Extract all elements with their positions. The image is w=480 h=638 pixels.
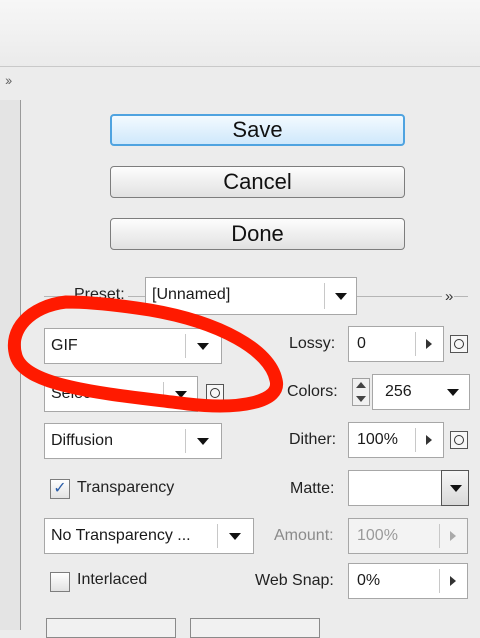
colors-select[interactable]: 256 bbox=[372, 374, 470, 410]
dither-value: 100% bbox=[357, 431, 398, 448]
dither-label: Dither: bbox=[286, 431, 340, 449]
preset-value: [Unnamed] bbox=[152, 286, 231, 303]
colors-label: Colors: bbox=[284, 383, 341, 401]
transparency-dither-select[interactable]: No Transparency ... bbox=[44, 518, 254, 554]
triangle-right-icon bbox=[450, 531, 456, 541]
chevron-down-icon bbox=[229, 533, 241, 540]
interlaced-checkbox[interactable] bbox=[50, 572, 70, 592]
lossy-field[interactable]: 0 bbox=[348, 326, 444, 362]
chevron-down-icon bbox=[450, 485, 462, 492]
transparency-dither-value: No Transparency ... bbox=[51, 527, 191, 544]
left-panel-edge bbox=[0, 100, 21, 630]
lossy-value: 0 bbox=[357, 335, 366, 352]
eye-circle-icon[interactable] bbox=[206, 384, 224, 402]
amount-label: Amount: bbox=[271, 527, 337, 545]
bottom-tab[interactable] bbox=[46, 618, 176, 638]
optimize-menu-expand-icon[interactable]: » bbox=[442, 288, 455, 305]
amount-field: 100% bbox=[348, 518, 468, 554]
interlaced-label: Interlaced bbox=[77, 571, 148, 588]
format-select[interactable]: GIF bbox=[44, 328, 222, 364]
cancel-button[interactable]: Cancel bbox=[110, 166, 405, 198]
triangle-right-icon[interactable] bbox=[450, 576, 456, 586]
save-button[interactable]: Save bbox=[110, 114, 405, 146]
web-snap-value: 0% bbox=[357, 572, 381, 589]
transparency-checkbox[interactable]: ✓ bbox=[50, 479, 70, 499]
dither-algorithm-select[interactable]: Diffusion bbox=[44, 423, 222, 459]
dither-field[interactable]: 100% bbox=[348, 422, 444, 458]
web-snap-field[interactable]: 0% bbox=[348, 563, 468, 599]
done-button[interactable]: Done bbox=[110, 218, 405, 250]
eye-circle-icon[interactable] bbox=[450, 335, 468, 353]
chevron-down-icon bbox=[447, 389, 459, 396]
transparency-label: Transparency bbox=[77, 479, 175, 496]
bottom-tab[interactable] bbox=[190, 618, 320, 638]
chevron-up-icon[interactable] bbox=[356, 382, 366, 388]
colors-value: 256 bbox=[385, 383, 412, 400]
preset-label: Preset: bbox=[71, 286, 128, 304]
dither-algorithm-value: Diffusion bbox=[51, 432, 113, 449]
amount-value: 100% bbox=[357, 527, 398, 544]
matte-dropdown[interactable] bbox=[441, 470, 469, 506]
chevron-down-icon[interactable] bbox=[356, 396, 366, 402]
format-value: GIF bbox=[51, 337, 78, 354]
panel-expand-icon[interactable]: ›› bbox=[5, 72, 12, 88]
color-reduction-value: Selective bbox=[51, 385, 116, 402]
chevron-down-icon bbox=[197, 438, 209, 445]
chevron-down-icon bbox=[197, 343, 209, 350]
eye-circle-icon[interactable] bbox=[450, 431, 468, 449]
chevron-down-icon bbox=[335, 293, 347, 300]
color-reduction-select[interactable]: Selective bbox=[44, 376, 198, 412]
triangle-right-icon[interactable] bbox=[426, 435, 432, 445]
web-snap-label: Web Snap: bbox=[252, 572, 337, 590]
top-toolbar bbox=[0, 0, 480, 67]
preset-select[interactable]: [Unnamed] bbox=[145, 277, 357, 315]
matte-field[interactable] bbox=[348, 470, 442, 506]
triangle-right-icon[interactable] bbox=[426, 339, 432, 349]
lossy-label: Lossy: bbox=[286, 335, 339, 353]
chevron-down-icon bbox=[175, 391, 187, 398]
matte-label: Matte: bbox=[287, 480, 338, 498]
colors-spinner[interactable] bbox=[352, 378, 370, 406]
